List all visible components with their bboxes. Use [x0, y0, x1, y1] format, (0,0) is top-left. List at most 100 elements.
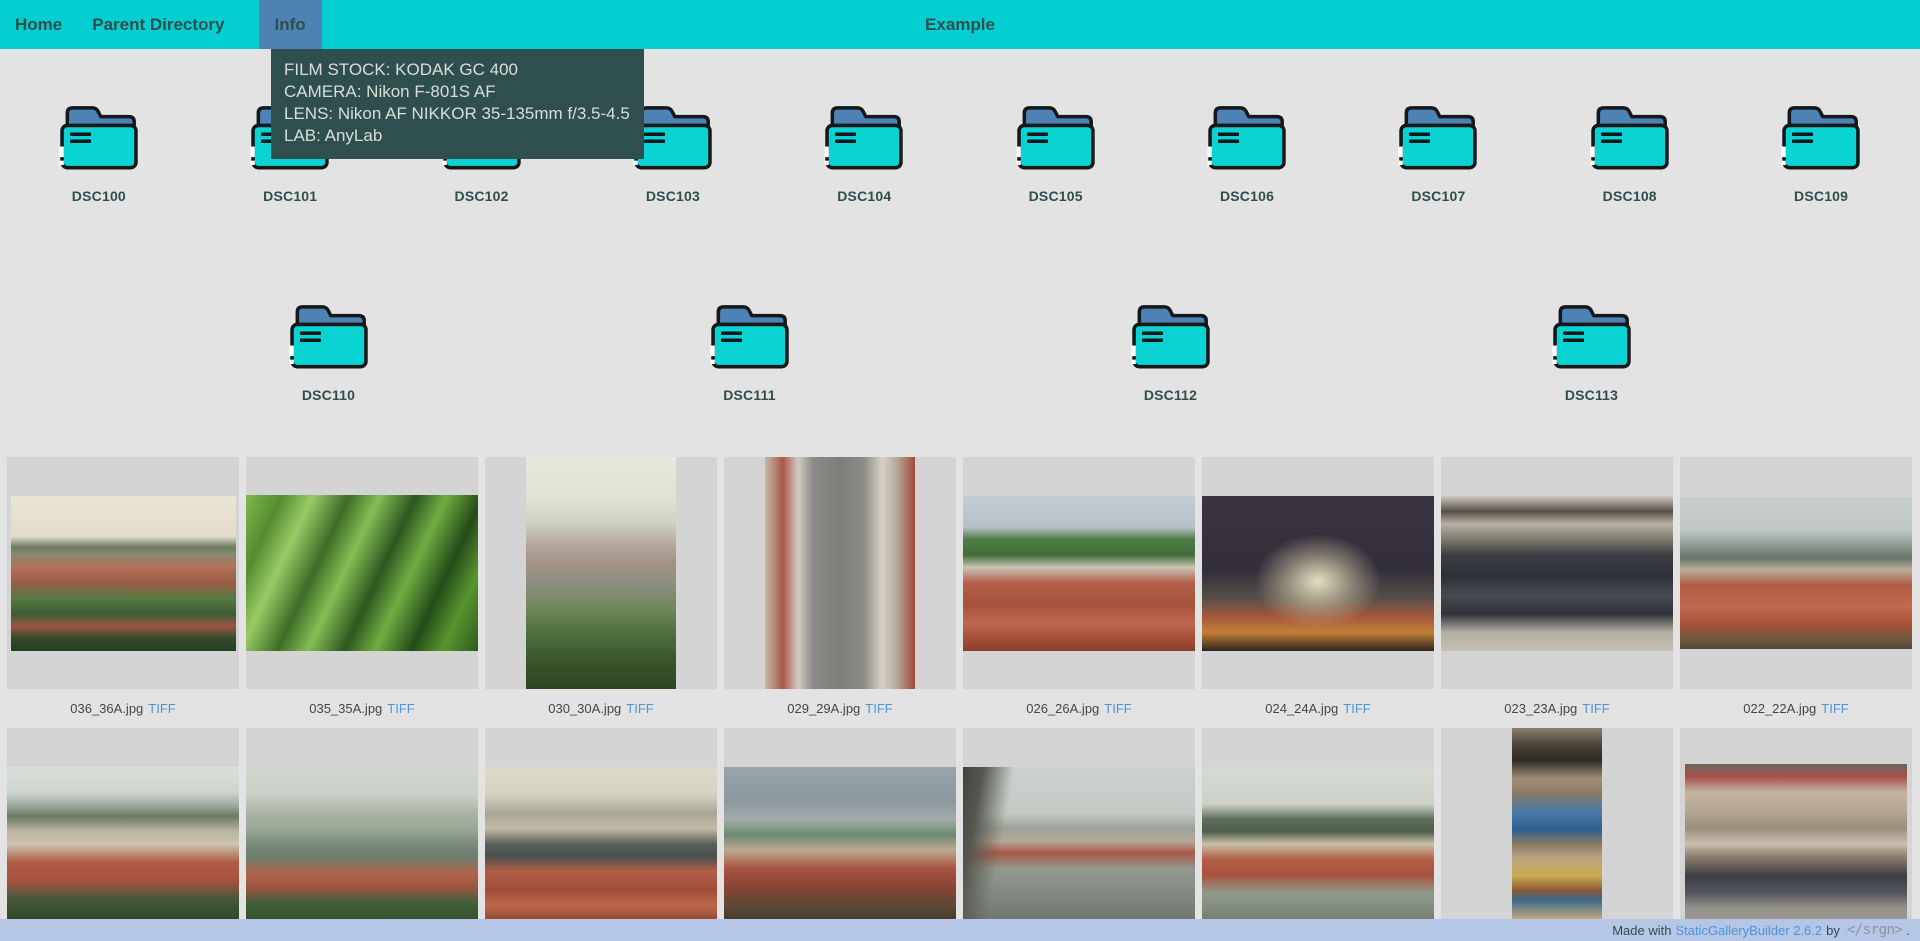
file-label: 023_23A.jpg TIFF: [1441, 689, 1673, 728]
folder-item-dsc110[interactable]: DSC110: [236, 298, 421, 403]
folder-label: DSC105: [1029, 188, 1083, 204]
gallery-item: [246, 728, 478, 941]
folder-icon: [1203, 99, 1291, 173]
folder-item-dsc105[interactable]: DSC105: [963, 99, 1148, 204]
builder-link[interactable]: StaticGalleryBuilder 2.6.2: [1675, 923, 1822, 938]
nav-item-info[interactable]: Info: [259, 0, 322, 49]
folder-item-dsc106[interactable]: DSC106: [1155, 99, 1340, 204]
folder-item-dsc112[interactable]: DSC112: [1078, 298, 1263, 403]
thumbnail-image-city-panorama-with-church-spire: [11, 496, 236, 651]
filename: 035_35A.jpg: [309, 701, 382, 716]
folder-item-dsc108[interactable]: DSC108: [1537, 99, 1722, 204]
filename: 023_23A.jpg: [1504, 701, 1577, 716]
tiff-link[interactable]: TIFF: [1582, 701, 1609, 716]
folder-label: DSC104: [837, 188, 891, 204]
thumbnail-image-hazy-river-with-bridges: [246, 767, 478, 921]
thumbnail[interactable]: [246, 728, 478, 941]
tooltip-line: FILM STOCK: KODAK GC 400: [284, 59, 630, 81]
folder-label: DSC108: [1603, 188, 1657, 204]
folder-icon: [55, 99, 143, 173]
thumbnail[interactable]: [1680, 728, 1912, 941]
thumbnail-image-castle-and-cathedral-above-red-roofs: [7, 767, 239, 921]
gallery-item: 036_36A.jpg TIFF: [7, 457, 239, 728]
folder-label: DSC112: [1144, 387, 1197, 403]
gallery-item: 030_30A.jpg TIFF: [485, 457, 717, 728]
filename: 024_24A.jpg: [1265, 701, 1338, 716]
folder-icon: [285, 298, 373, 372]
thumbnail-image-astronomical-clock-tower: [1512, 728, 1602, 941]
folder-item-dsc109[interactable]: DSC109: [1729, 99, 1914, 204]
thumbnail[interactable]: [724, 728, 956, 941]
thumbnail[interactable]: [724, 457, 956, 689]
tiff-link[interactable]: TIFF: [1821, 701, 1848, 716]
folder-label: DSC113: [1565, 387, 1618, 403]
thumbnail[interactable]: [7, 728, 239, 941]
thumbnail-image-green-tree-foliage: [246, 495, 478, 651]
tooltip-line: CAMERA: Nikon F-801S AF: [284, 81, 630, 103]
filename: 036_36A.jpg: [70, 701, 143, 716]
folder-label: DSC111: [723, 387, 776, 403]
thumbnail[interactable]: [246, 457, 478, 689]
tiff-link[interactable]: TIFF: [1104, 701, 1131, 716]
thumbnail-image-street-crowd-beside-old-buildings: [1685, 764, 1907, 924]
folder-label: DSC109: [1794, 188, 1848, 204]
folder-label: DSC107: [1411, 188, 1465, 204]
folder-label: DSC102: [455, 188, 509, 204]
folder-icon: [1127, 298, 1215, 372]
footer-period: .: [1906, 923, 1910, 938]
tooltip-line: LENS: Nikon AF NIKKOR 35-135mm f/3.5-4.5: [284, 103, 630, 125]
thumbnail-image-bare-tree-over-hazy-city: [526, 457, 676, 689]
folder-icon: [706, 298, 794, 372]
footer: Made with StaticGalleryBuilder 2.6.2 by …: [0, 919, 1920, 941]
filename: 030_30A.jpg: [548, 701, 621, 716]
footer-made-with-text: Made with: [1612, 923, 1671, 938]
tiff-link[interactable]: TIFF: [865, 701, 892, 716]
thumbnail[interactable]: [1441, 457, 1673, 689]
footer-by-text: by: [1826, 923, 1840, 938]
nav-item-parent-directory[interactable]: Parent Directory: [77, 0, 239, 49]
tiff-link[interactable]: TIFF: [626, 701, 653, 716]
thumbnail[interactable]: [1441, 728, 1673, 941]
folder-item-dsc100[interactable]: DSC100: [6, 99, 191, 204]
thumbnail[interactable]: [1202, 728, 1434, 941]
thumbnail-image-aerial-view-of-street: [765, 457, 915, 689]
thumbnail-image-castle-hill-above-riverfront: [1202, 767, 1434, 921]
gallery-item: [1202, 728, 1434, 941]
srgn-logo[interactable]: </srgn>: [1847, 922, 1903, 938]
folder-label: DSC103: [646, 188, 700, 204]
gallery-item: 029_29A.jpg TIFF: [724, 457, 956, 728]
gallery-item: 035_35A.jpg TIFF: [246, 457, 478, 728]
folder-item-dsc111[interactable]: DSC111: [657, 298, 842, 403]
gallery-item: 024_24A.jpg TIFF: [1202, 457, 1434, 728]
tiff-link[interactable]: TIFF: [148, 701, 175, 716]
thumbnail-image-red-rooftops-below-green-hill: [963, 496, 1195, 651]
file-label: 029_29A.jpg TIFF: [724, 689, 956, 728]
thumbnail[interactable]: [485, 457, 717, 689]
tiff-link[interactable]: TIFF: [387, 701, 414, 716]
thumbnail[interactable]: [1202, 457, 1434, 689]
thumbnail-image-river-with-statue-and-boat: [963, 767, 1195, 921]
thumbnail-image-city-panorama-with-cathedral: [1680, 497, 1912, 649]
thumbnail-image-crowd-in-town-square: [1441, 496, 1673, 651]
file-label: 030_30A.jpg TIFF: [485, 689, 717, 728]
top-nav: Home Parent Directory Info Example: [0, 0, 1920, 49]
thumbnail[interactable]: [1680, 457, 1912, 689]
gallery-item: 022_22A.jpg TIFF: [1680, 457, 1912, 728]
file-label: 022_22A.jpg TIFF: [1680, 689, 1912, 728]
folder-icon: [820, 99, 908, 173]
thumbnail[interactable]: [485, 728, 717, 941]
tiff-link[interactable]: TIFF: [1343, 701, 1370, 716]
thumbnail-image-riverfront-buildings-and-red-roofs: [485, 767, 717, 921]
folder-item-dsc113[interactable]: DSC113: [1499, 298, 1684, 403]
thumbnail[interactable]: [963, 457, 1195, 689]
folder-icon: [1548, 298, 1636, 372]
gallery-grid: 036_36A.jpg TIFF 035_35A.jpg TIFF 030_30…: [0, 457, 1920, 941]
nav-item-home[interactable]: Home: [0, 0, 77, 49]
folder-item-dsc104[interactable]: DSC104: [772, 99, 957, 204]
thumbnail[interactable]: [963, 728, 1195, 941]
thumbnail[interactable]: [7, 457, 239, 689]
folder-item-dsc107[interactable]: DSC107: [1346, 99, 1531, 204]
gallery-item: [7, 728, 239, 941]
nav-links: Home Parent Directory Info: [0, 0, 322, 49]
thumbnail-image-green-church-towers-under-cloudy-sky: [724, 767, 956, 921]
